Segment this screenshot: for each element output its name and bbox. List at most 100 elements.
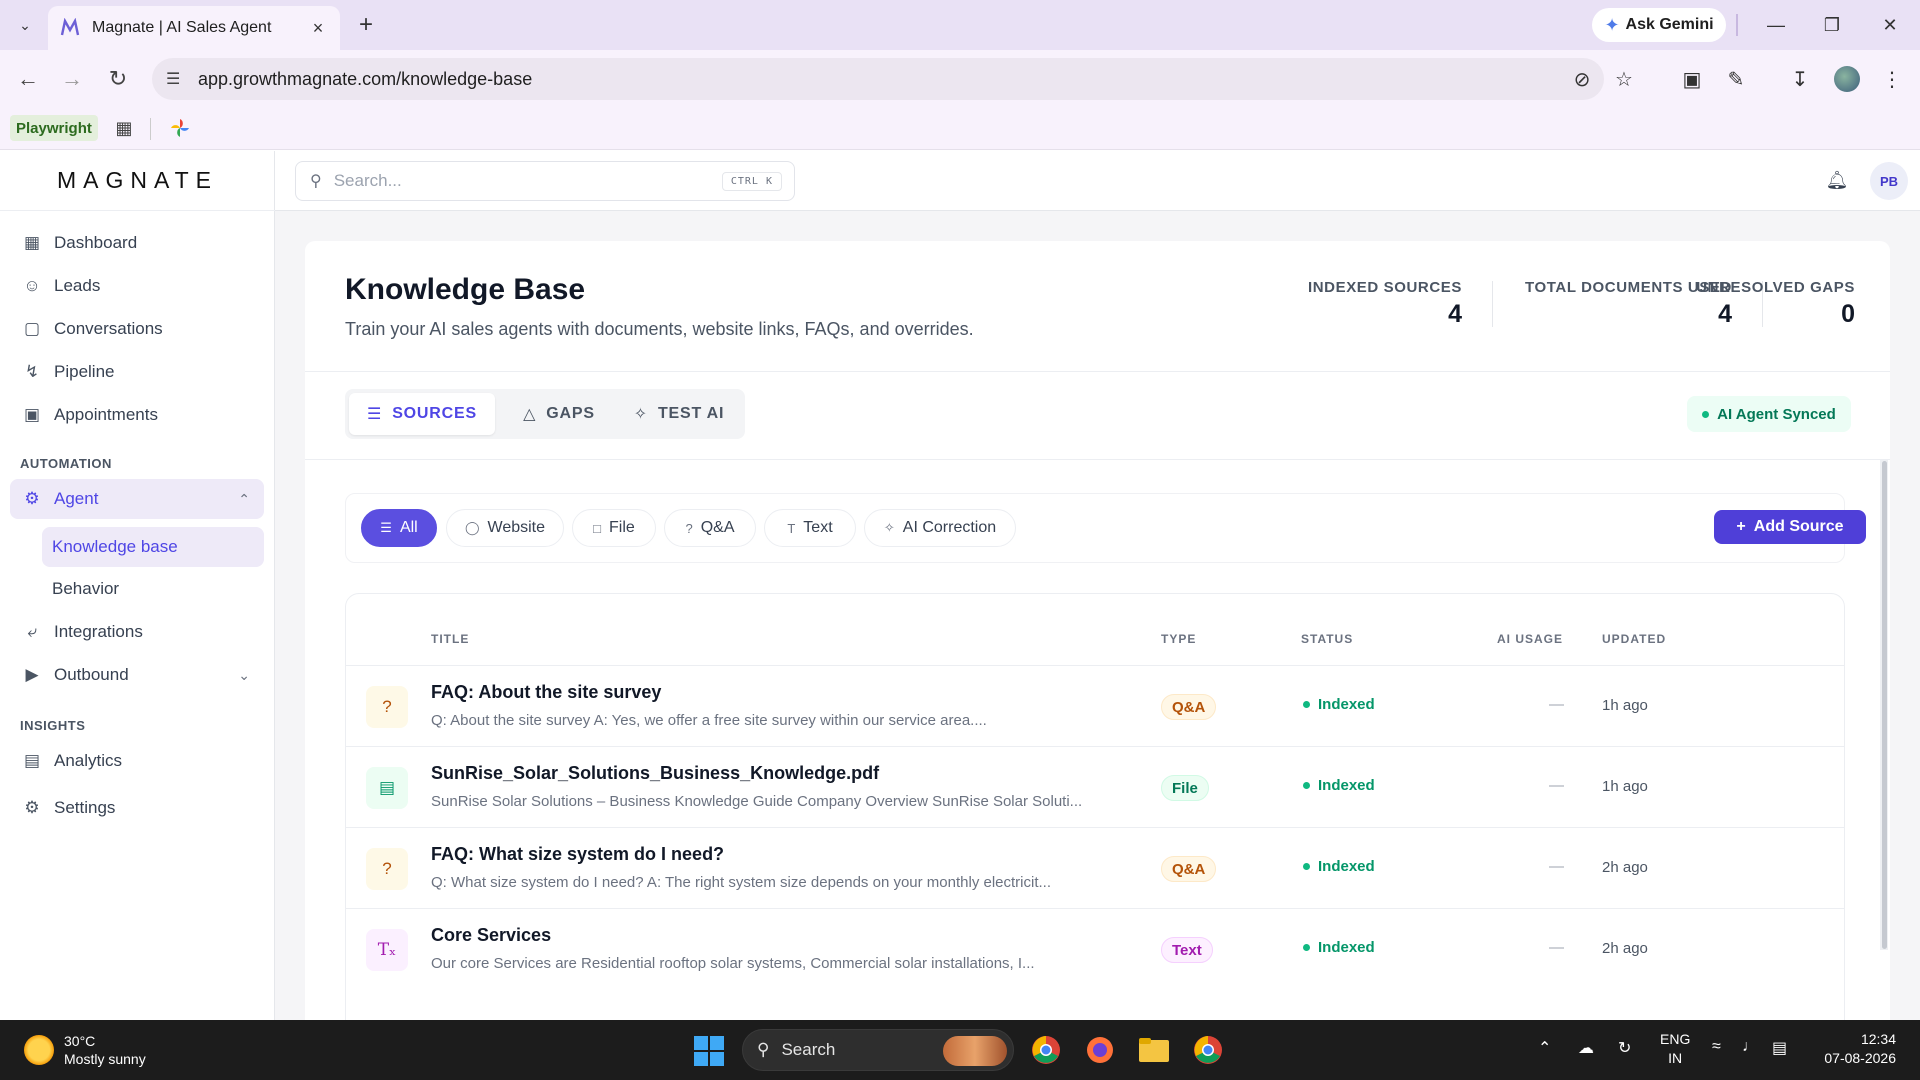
chevron-up-icon: ⌃ — [238, 490, 250, 507]
volume-icon[interactable]: ♩ — [1742, 1038, 1758, 1056]
language-indicator[interactable]: ENG IN — [1660, 1030, 1690, 1068]
eye-off-icon[interactable]: ⊘ — [1570, 67, 1594, 91]
more-menu-icon[interactable]: ⋮ — [1878, 65, 1906, 93]
chat-icon: ▢ — [23, 319, 41, 338]
reload-button[interactable]: ↻ — [104, 65, 132, 93]
sidebar-item-settings[interactable]: ⚙ Settings — [10, 788, 264, 828]
sidebar-item-dashboard[interactable]: ▦ Dashboard — [10, 223, 264, 263]
add-source-button[interactable]: + Add Source — [1714, 510, 1866, 544]
filter-website[interactable]: ◯ Website — [446, 509, 564, 547]
new-tab-button[interactable]: + — [352, 10, 380, 40]
chrome-icon[interactable] — [1028, 1032, 1064, 1068]
download-icon[interactable]: ↧ — [1786, 65, 1814, 93]
browser-tab-active[interactable]: Magnate | AI Sales Agent × — [48, 6, 340, 50]
forward-button[interactable]: → — [58, 65, 86, 93]
text-icon: Tₓ — [366, 929, 408, 971]
sidebar-item-leads[interactable]: ☺ Leads — [10, 266, 264, 306]
sidebar-item-appointments[interactable]: ▣ Appointments — [10, 395, 264, 435]
plug-icon: ⤶ — [27, 622, 37, 641]
wifi-icon[interactable]: ≈ — [1712, 1038, 1721, 1056]
sidebar-item-agent[interactable]: ⚙ Agent ⌃ — [10, 479, 264, 519]
sidebar-item-label: Analytics — [54, 751, 123, 770]
tab-gaps[interactable]: △ GAPS — [503, 393, 615, 435]
magnate-logo[interactable]: MAGNATE — [0, 151, 275, 211]
megaphone-icon: ▶ — [25, 665, 39, 684]
table-row[interactable]: Tₓ Core Services Our core Services are R… — [346, 908, 1844, 989]
sun-icon — [24, 1035, 54, 1065]
cast-icon[interactable]: ▣ — [1678, 65, 1706, 93]
stat-value: 4 — [1718, 300, 1732, 328]
sidebar-item-outbound[interactable]: ▶ Outbound ⌄ — [10, 655, 264, 695]
google-photos-icon[interactable] — [168, 116, 192, 140]
search-placeholder: Search... — [333, 171, 402, 190]
row-title[interactable]: FAQ: What size system do I need? — [431, 844, 724, 865]
column-header-updated[interactable]: UPDATED — [1602, 632, 1666, 646]
battery-icon[interactable]: ▤ — [1772, 1038, 1787, 1058]
filter-text[interactable]: T Text — [764, 509, 856, 547]
windows-start-icon[interactable] — [694, 1036, 724, 1066]
profile-avatar[interactable] — [1834, 66, 1860, 92]
text-icon: T — [787, 520, 796, 536]
file-explorer-icon[interactable] — [1136, 1032, 1172, 1068]
row-title[interactable]: Core Services — [431, 925, 551, 946]
taskbar-search-label: Search — [781, 1040, 836, 1059]
firefox-icon[interactable] — [1082, 1032, 1118, 1068]
table-row[interactable]: ? FAQ: About the site survey Q: About th… — [346, 665, 1844, 746]
filter-qa[interactable]: ? Q&A — [664, 509, 756, 547]
sidebar-item-integrations[interactable]: ⤶ Integrations — [10, 612, 264, 652]
column-header-type[interactable]: TYPE — [1161, 632, 1196, 646]
filter-all[interactable]: ☰ All — [361, 509, 437, 547]
column-header-status[interactable]: STATUS — [1301, 632, 1353, 646]
restore-button[interactable]: ❐ — [1812, 10, 1852, 40]
bar-chart-icon: ▤ — [23, 751, 41, 770]
tab-search-button[interactable]: ⌄ — [10, 11, 40, 39]
warning-icon: △ — [523, 406, 537, 423]
clock-time: 12:34 — [1860, 1031, 1896, 1047]
apps-grid-icon[interactable]: ▦ — [112, 116, 136, 140]
row-title[interactable]: SunRise_Solar_Solutions_Business_Knowled… — [431, 763, 879, 784]
onedrive-icon[interactable]: ☁ — [1578, 1038, 1594, 1058]
table-row[interactable]: ? FAQ: What size system do I need? Q: Wh… — [346, 827, 1844, 908]
sidebar-item-behavior[interactable]: Behavior — [42, 569, 264, 609]
sidebar-item-knowledge-base[interactable]: Knowledge base — [42, 527, 264, 567]
bookmark-star-icon[interactable]: ☆ — [1612, 67, 1636, 91]
column-header-ai-usage[interactable]: AI USAGE — [1497, 632, 1563, 646]
system-clock[interactable]: 12:34 07-08-2026 — [1816, 1030, 1896, 1068]
sidebar-item-label: Integrations — [54, 622, 143, 641]
pipeline-icon: ↯ — [24, 362, 40, 381]
tab-sources[interactable]: ☰ SOURCES — [349, 393, 495, 435]
chrome-profile-icon[interactable] — [1190, 1032, 1226, 1068]
close-icon[interactable]: × — [308, 18, 328, 38]
row-title[interactable]: FAQ: About the site survey — [431, 682, 661, 703]
ask-gemini-button[interactable]: ✦ Ask Gemini — [1592, 8, 1726, 42]
taskbar-search[interactable]: ⚲ Search — [742, 1029, 1014, 1071]
address-bar[interactable]: ☰ app.growthmagnate.com/knowledge-base ⊘… — [152, 58, 1633, 100]
site-info-icon[interactable]: ☰ — [166, 69, 180, 89]
chevron-up-icon[interactable]: ⌃ — [1538, 1038, 1551, 1058]
sidebar-item-pipeline[interactable]: ↯ Pipeline — [10, 352, 264, 392]
app-root: MAGNATE ▦ Dashboard ☺ Leads ▢ Conversati… — [0, 151, 1920, 1023]
weather-widget[interactable]: 30°C Mostly sunny — [24, 1032, 146, 1068]
filter-label: Q&A — [700, 519, 735, 536]
sidebar-item-conversations[interactable]: ▢ Conversations — [10, 309, 264, 349]
scrollbar-thumb[interactable] — [1882, 461, 1887, 949]
global-search-input[interactable]: ⚲ Search... CTRL K — [295, 161, 795, 201]
list-icon: ☰ — [380, 520, 392, 535]
bookmark-playwright[interactable]: Playwright — [10, 115, 98, 141]
sidebar-item-analytics[interactable]: ▤ Analytics — [10, 741, 264, 781]
minimize-button[interactable]: — — [1756, 10, 1796, 40]
filter-file[interactable]: □ File — [572, 509, 656, 547]
extensions-icon[interactable]: ✎ — [1722, 65, 1750, 93]
back-button[interactable]: ← — [14, 65, 42, 93]
sync-icon[interactable]: ↻ — [1618, 1038, 1631, 1058]
bell-icon[interactable]: 🔔︎ — [1825, 168, 1849, 192]
gemini-icon: ✦ — [1604, 14, 1620, 35]
filter-ai-correction[interactable]: ✧ AI Correction — [864, 509, 1016, 547]
tab-test-ai[interactable]: ✧ TEST AI — [619, 393, 739, 435]
column-header-title[interactable]: TITLE — [431, 632, 469, 646]
user-avatar[interactable]: PB — [1870, 162, 1908, 200]
browser-tabbar: ⌄ Magnate | AI Sales Agent × + ✦ Ask Gem… — [0, 0, 1920, 50]
close-window-button[interactable]: ✕ — [1870, 10, 1910, 40]
table-row[interactable]: ▤ SunRise_Solar_Solutions_Business_Knowl… — [346, 746, 1844, 827]
ai-usage-value: — — [1549, 939, 1564, 956]
